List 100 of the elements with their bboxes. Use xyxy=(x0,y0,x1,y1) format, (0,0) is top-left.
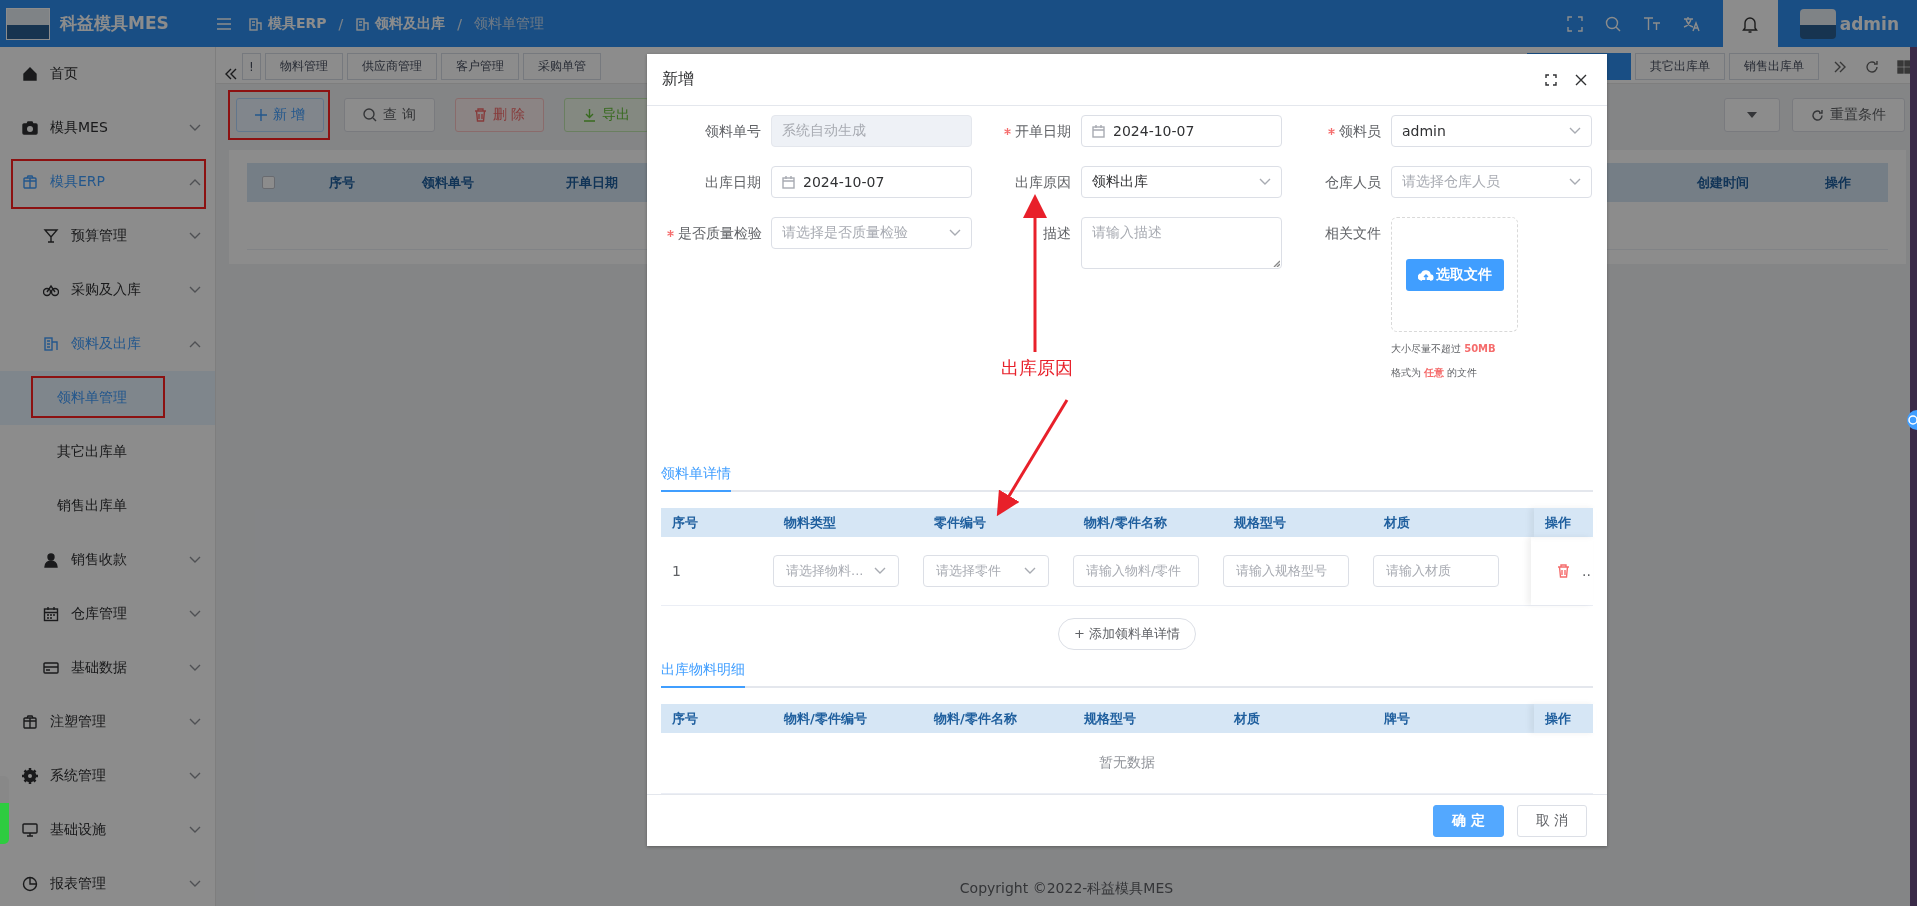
page-tab[interactable]: 客户管理 xyxy=(440,53,519,80)
column-header: 物料/零件名称 xyxy=(1083,513,1168,532)
page-tab[interactable]: 采购单管 xyxy=(522,53,601,80)
search-icon xyxy=(363,108,378,122)
sidebar-item[interactable]: 注塑管理 xyxy=(0,695,215,749)
close-icon[interactable] xyxy=(1575,73,1587,86)
page-tab[interactable]: 供应商管理 xyxy=(346,53,437,80)
download-icon xyxy=(583,108,597,122)
select-all-checkbox[interactable] xyxy=(261,176,275,189)
translate-icon[interactable] xyxy=(1682,15,1701,32)
column-header: 规格型号 xyxy=(1233,513,1287,532)
column-header: 规格型号 xyxy=(1083,709,1137,728)
breadcrumb-separator: / xyxy=(457,15,463,32)
sidebar-item[interactable]: 报表管理 xyxy=(0,857,215,906)
sidebar-item[interactable]: 销售出库单 xyxy=(0,479,215,533)
cancel-button[interactable]: 取 消 xyxy=(1516,804,1587,837)
column-header: 物料/零件名称 xyxy=(933,709,1018,728)
sidebar-item[interactable]: 领料及出库 xyxy=(0,317,215,371)
sidebar-item[interactable]: 首页 xyxy=(0,47,215,101)
field-label: 描述 xyxy=(1042,224,1071,243)
date-field[interactable]: 2024-10-07 xyxy=(1081,115,1282,147)
user-name[interactable]: admin xyxy=(1839,13,1899,34)
building-icon xyxy=(355,16,370,31)
chevron-down-icon xyxy=(1024,567,1036,575)
confirm-button[interactable]: 确 定 xyxy=(1432,804,1504,837)
refresh-icon[interactable] xyxy=(1865,59,1879,74)
breadcrumb-separator: / xyxy=(338,15,344,32)
select-field[interactable]: 请选择物料... xyxy=(773,555,899,587)
add-detail-button[interactable]: + 添加领料单详情 xyxy=(1058,618,1196,650)
notification-button[interactable] xyxy=(1722,0,1778,47)
copyright-text: Copyright ©2022-科益模具MES xyxy=(958,879,1175,898)
page-tab[interactable]: 物料管理 xyxy=(264,53,343,80)
fullscreen-icon[interactable] xyxy=(1545,73,1557,86)
pie-chart-icon xyxy=(22,876,38,892)
select-field[interactable]: admin xyxy=(1391,115,1592,147)
sidebar-item[interactable]: 模具MES xyxy=(0,101,215,155)
chevron-down-icon xyxy=(189,880,201,888)
chevron-up-icon xyxy=(189,340,201,348)
column-header: 序号 xyxy=(671,513,699,532)
toolbar-button[interactable]: 查 询 xyxy=(344,98,435,132)
select-field[interactable]: 请选择是否质量检验 xyxy=(771,217,972,249)
select-field[interactable]: 领料出库 xyxy=(1081,166,1282,198)
logo-image xyxy=(6,7,50,40)
chevron-down-icon xyxy=(1259,178,1271,186)
sidebar-item[interactable]: 预算管理 xyxy=(0,209,215,263)
more-text[interactable]: .. xyxy=(1582,563,1591,579)
select-field[interactable]: 请选择仓库人员 xyxy=(1391,166,1592,198)
trash-icon xyxy=(473,108,487,122)
gear-icon xyxy=(22,768,38,784)
chevron-down-icon xyxy=(189,286,201,294)
refresh-icon xyxy=(1811,108,1824,122)
page-tab[interactable]: 销售出库单 xyxy=(1729,53,1819,80)
section-tab[interactable]: 出库物料明细 xyxy=(661,661,745,688)
field-label: 领料单号 xyxy=(704,122,761,141)
table-cell-text: 1 xyxy=(671,563,682,579)
description-field[interactable]: 请输入描述 xyxy=(1081,217,1282,269)
monitor-icon xyxy=(22,822,38,838)
sidebar-item[interactable]: 销售收款 xyxy=(0,533,215,587)
building-icon xyxy=(43,336,59,352)
page-tab[interactable]: ! xyxy=(242,53,261,80)
reset-button[interactable]: 重置条件 xyxy=(1792,98,1905,132)
page-tab[interactable]: 其它出库单 xyxy=(1635,53,1725,80)
sidebar-item[interactable]: 其它出库单 xyxy=(0,425,215,479)
input-field[interactable]: 请输入物料/零件 xyxy=(1073,555,1199,587)
column-header: 物料类型 xyxy=(783,513,837,532)
menu-icon[interactable] xyxy=(216,16,232,31)
app-title: 科益模具MES xyxy=(60,12,169,35)
chevron-down-icon xyxy=(189,664,201,672)
trash-icon[interactable] xyxy=(1557,564,1570,578)
chevron-down-icon xyxy=(189,232,201,240)
column-header: 序号 xyxy=(327,173,356,192)
breadcrumb-link[interactable]: 模具ERP xyxy=(268,14,327,33)
double-chevron-left-icon[interactable] xyxy=(224,68,238,80)
dialog-title: 新增 xyxy=(662,69,694,90)
upload-area[interactable]: 选取文件 xyxy=(1391,217,1518,332)
date-field[interactable]: 2024-10-07 xyxy=(771,166,972,198)
search-icon[interactable] xyxy=(1604,15,1621,32)
column-header: 牌号 xyxy=(1383,709,1411,728)
column-header: 操作 xyxy=(1824,173,1852,192)
sidebar-item[interactable]: 基础数据 xyxy=(0,641,215,695)
input-field[interactable]: 请输入材质 xyxy=(1373,555,1499,587)
side-handle[interactable] xyxy=(0,776,9,844)
sidebar-item[interactable]: 采购及入库 xyxy=(0,263,215,317)
package-icon xyxy=(22,714,38,730)
input-field[interactable]: 请输入规格型号 xyxy=(1223,555,1349,587)
section-tab[interactable]: 领料单详情 xyxy=(661,465,731,492)
scrollbar[interactable] xyxy=(1910,47,1917,906)
column-header: 物料/零件编号 xyxy=(783,709,868,728)
select-field[interactable]: 请选择零件 xyxy=(923,555,1049,587)
settings-icon[interactable] xyxy=(1905,410,1917,430)
choose-file-button[interactable]: 选取文件 xyxy=(1405,258,1504,291)
avatar-image[interactable] xyxy=(1799,8,1836,39)
chevron-down-icon xyxy=(189,610,201,618)
sidebar-item[interactable]: 模具ERP xyxy=(0,155,215,209)
font-size-icon[interactable] xyxy=(1642,15,1661,32)
breadcrumb-link[interactable]: 领料及出库 xyxy=(375,14,446,33)
double-chevron-right-icon[interactable] xyxy=(1833,60,1847,73)
grid-icon[interactable] xyxy=(1897,59,1911,74)
sidebar-item[interactable]: 仓库管理 xyxy=(0,587,215,641)
column-header: 操作 xyxy=(1534,704,1596,733)
